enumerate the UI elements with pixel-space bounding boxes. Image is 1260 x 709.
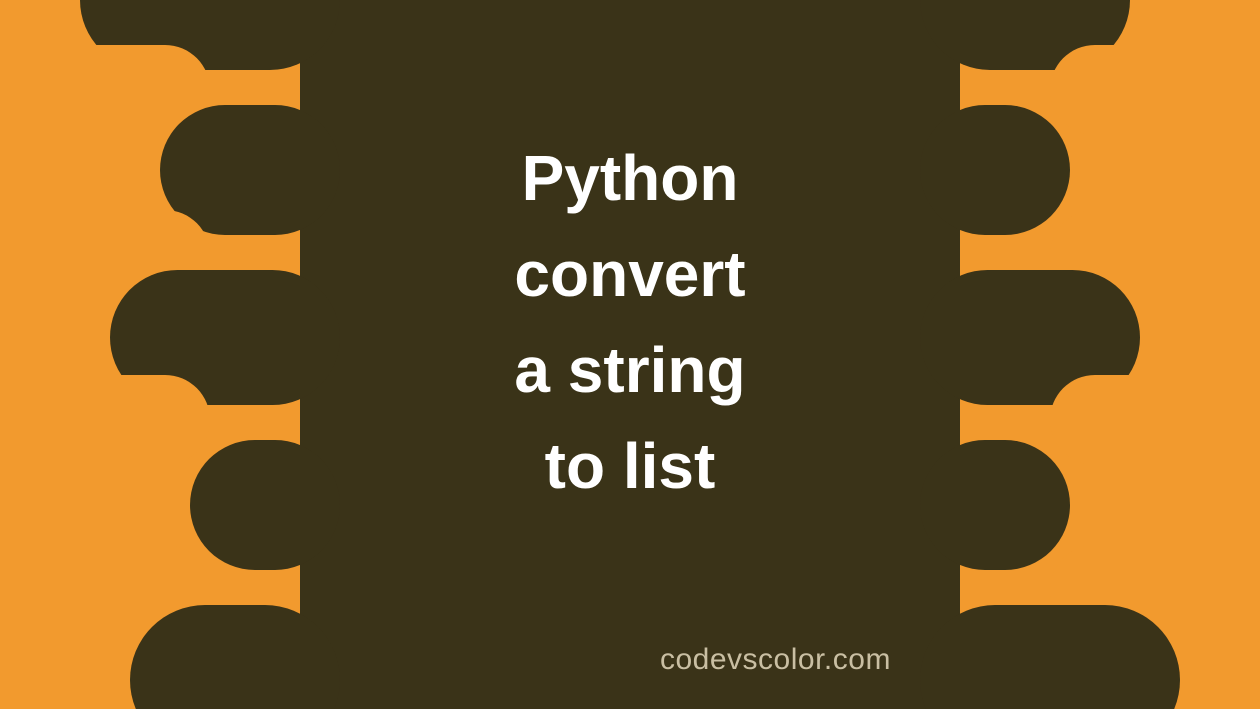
blob-bump bbox=[920, 605, 1180, 709]
blob-bump bbox=[190, 440, 340, 570]
blob-bump bbox=[920, 440, 1070, 570]
blob-bump bbox=[130, 605, 340, 709]
blob-notch bbox=[0, 375, 210, 465]
blob-bump bbox=[920, 105, 1070, 235]
main-title: Python convert a string to list bbox=[514, 130, 745, 514]
blob-notch bbox=[1050, 375, 1260, 465]
blob-notch bbox=[1050, 45, 1260, 135]
right-blob-bumps bbox=[960, 0, 1260, 709]
site-credit: codevscolor.com bbox=[660, 643, 891, 677]
left-blob-bumps bbox=[0, 0, 300, 709]
blob-notch bbox=[0, 45, 210, 135]
